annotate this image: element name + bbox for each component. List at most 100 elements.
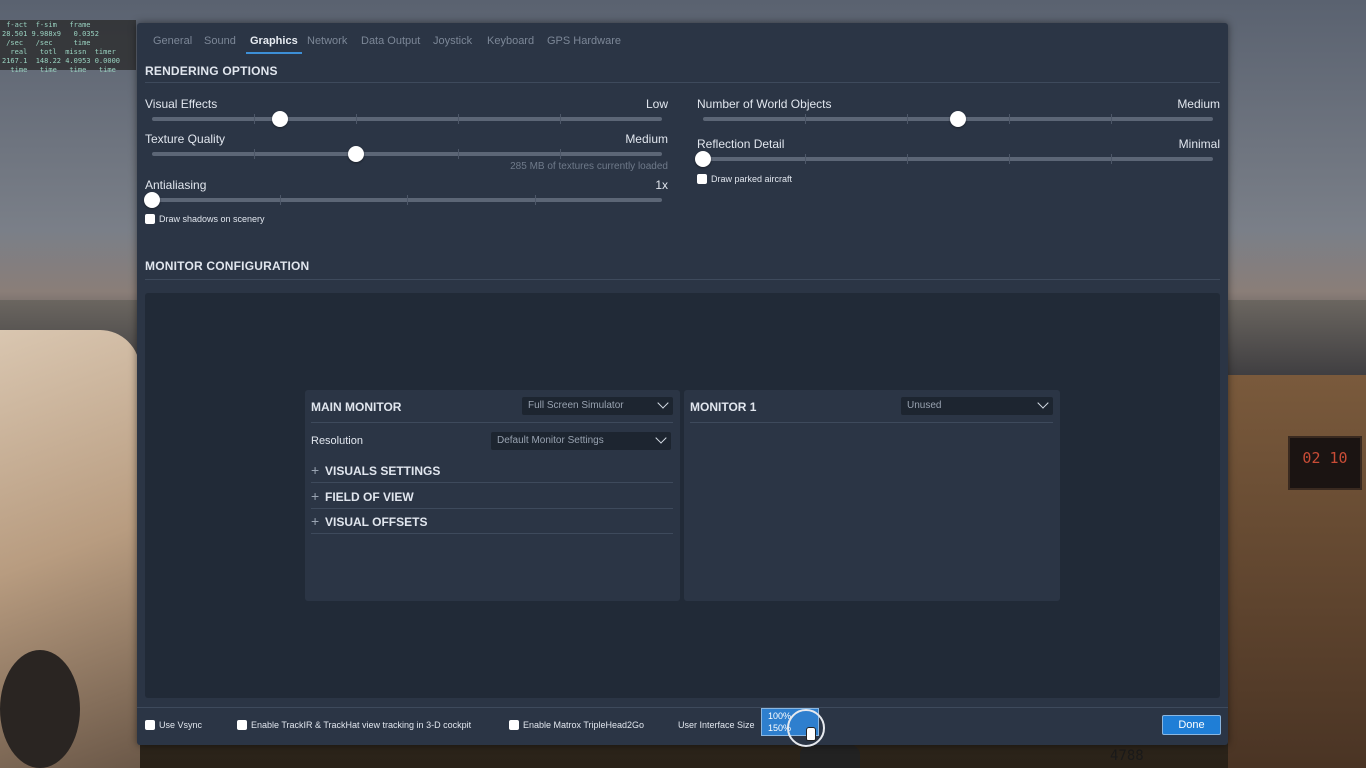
rendering-options-title: RENDERING OPTIONS	[145, 64, 278, 78]
background-altitude-digits: 4788	[1110, 748, 1144, 764]
tab-keyboard[interactable]: Keyboard	[487, 35, 534, 47]
texture-quality-slider-thumb[interactable]	[348, 146, 364, 162]
main-monitor-card: MAIN MONITOR Full Screen Simulator Resol…	[305, 390, 680, 601]
tab-data-output[interactable]: Data Output	[361, 35, 420, 47]
world-objects-value: Medium	[1177, 97, 1220, 111]
texture-memory-note: 285 MB of textures currently loaded	[510, 161, 668, 172]
field-of-view-label: FIELD OF VIEW	[325, 490, 414, 504]
draw-shadows-option[interactable]: Draw shadows on scenery	[145, 214, 265, 224]
framerate-stats-overlay: f-act f-sim frame 28.501 9.988x9 0.0352 …	[0, 20, 136, 74]
slider-tick	[1111, 114, 1112, 124]
main-monitor-mode-dropdown[interactable]: Full Screen Simulator	[522, 397, 673, 415]
world-objects-slider-thumb[interactable]	[950, 111, 966, 127]
world-objects-slider[interactable]	[703, 111, 1213, 127]
slider-tick	[560, 149, 561, 159]
slider-tick	[458, 149, 459, 159]
tab-network[interactable]: Network	[307, 35, 347, 47]
monitor-1-card: MONITOR 1 Unused	[684, 390, 1060, 601]
vsync-option[interactable]: Use Vsync	[145, 720, 202, 730]
tab-gps-hardware[interactable]: GPS Hardware	[547, 35, 621, 47]
slider-tick	[254, 149, 255, 159]
reflection-detail-slider[interactable]	[695, 151, 1213, 167]
background-yoke	[0, 650, 80, 768]
slider-tick	[1009, 114, 1010, 124]
plus-icon: +	[311, 462, 320, 478]
visual-effects-value: Low	[645, 97, 668, 111]
draw-shadows-checkbox[interactable]	[145, 214, 155, 224]
section-divider	[145, 82, 1220, 83]
visual-effects-slider-thumb[interactable]	[271, 111, 288, 127]
slider-tick	[356, 114, 357, 124]
slider-tick	[254, 114, 255, 124]
visual-offsets-label: VISUAL OFFSETS	[325, 515, 428, 529]
slider-tick	[805, 114, 806, 124]
trackir-label: Enable TrackIR & TrackHat view tracking …	[251, 720, 472, 730]
settings-dialog: General Sound Graphics Network Data Outp…	[137, 23, 1228, 747]
visuals-settings-expander[interactable]: + VISUALS SETTINGS	[311, 458, 673, 483]
trackir-checkbox[interactable]	[237, 720, 247, 730]
matrox-option[interactable]: Enable Matrox TripleHead2Go	[509, 720, 644, 730]
ui-size-label: User Interface Size	[678, 720, 755, 730]
draw-shadows-label: Draw shadows on scenery	[159, 214, 265, 224]
visuals-settings-label: VISUALS SETTINGS	[325, 464, 441, 478]
matrox-checkbox[interactable]	[509, 720, 519, 730]
section-divider	[145, 279, 1220, 280]
reflection-detail-label: Reflection Detail	[697, 137, 785, 151]
visual-offsets-expander[interactable]: + VISUAL OFFSETS	[311, 509, 673, 534]
antialiasing-slider-thumb[interactable]	[144, 192, 160, 208]
antialiasing-label: Antialiasing	[145, 178, 207, 192]
chevron-down-icon	[657, 397, 669, 409]
draw-parked-aircraft-option[interactable]: Draw parked aircraft	[697, 174, 792, 184]
tab-sound[interactable]: Sound	[204, 35, 236, 47]
footer-divider	[137, 707, 1228, 708]
plus-icon: +	[311, 513, 320, 529]
draw-parked-aircraft-checkbox[interactable]	[697, 174, 707, 184]
visual-effects-slider[interactable]	[152, 111, 662, 127]
texture-quality-label: Texture Quality	[145, 132, 226, 146]
visual-effects-label: Visual Effects	[145, 97, 218, 111]
field-of-view-expander[interactable]: + FIELD OF VIEW	[311, 484, 673, 509]
texture-quality-value: Medium	[625, 132, 668, 146]
chevron-down-icon	[1037, 397, 1049, 409]
resolution-dropdown[interactable]: Default Monitor Settings	[491, 432, 671, 450]
slider-tick	[279, 195, 281, 205]
reflection-detail-slider-thumb[interactable]	[695, 151, 711, 167]
chevron-down-icon	[655, 432, 667, 444]
monitor-1-mode-value: Unused	[907, 400, 942, 411]
main-monitor-mode-value: Full Screen Simulator	[528, 400, 624, 411]
background-instrument-panel	[1228, 375, 1366, 768]
plus-icon: +	[311, 488, 320, 504]
antialiasing-slider[interactable]	[144, 192, 662, 208]
background-radio-display: 02 10	[1288, 436, 1362, 490]
slider-tick	[1009, 154, 1010, 164]
slider-tick	[907, 154, 908, 164]
draw-parked-aircraft-label: Draw parked aircraft	[711, 174, 793, 184]
vsync-checkbox[interactable]	[145, 720, 155, 730]
monitor-1-mode-dropdown[interactable]: Unused	[901, 397, 1053, 415]
reflection-detail-value: Minimal	[1178, 137, 1220, 151]
settings-tabs: General Sound Graphics Network Data Outp…	[137, 23, 1228, 54]
slider-tick	[1111, 154, 1112, 164]
monitor-configuration-title: MONITOR CONFIGURATION	[145, 259, 310, 273]
tab-joystick[interactable]: Joystick	[433, 35, 472, 47]
monitor-configuration-panel: MAIN MONITOR Full Screen Simulator Resol…	[145, 293, 1220, 698]
world-objects-label: Number of World Objects	[697, 97, 832, 111]
hand-cursor-icon	[806, 727, 816, 741]
card-divider	[690, 422, 1053, 423]
texture-quality-slider[interactable]	[152, 146, 662, 162]
card-divider	[311, 422, 673, 423]
matrox-label: Enable Matrox TripleHead2Go	[523, 720, 645, 730]
done-button[interactable]: Done	[1162, 715, 1221, 735]
slider-tick	[560, 114, 561, 124]
slider-tick	[907, 114, 908, 124]
slider-tick	[805, 154, 806, 164]
monitor-1-title: MONITOR 1	[690, 400, 757, 414]
resolution-label: Resolution	[311, 435, 363, 447]
slider-tick	[534, 195, 536, 205]
tab-graphics[interactable]: Graphics	[246, 35, 302, 54]
trackir-option[interactable]: Enable TrackIR & TrackHat view tracking …	[237, 720, 471, 730]
slider-tick	[407, 195, 408, 205]
main-monitor-title: MAIN MONITOR	[311, 400, 402, 414]
tab-general[interactable]: General	[153, 35, 192, 47]
vsync-label: Use Vsync	[159, 720, 203, 730]
